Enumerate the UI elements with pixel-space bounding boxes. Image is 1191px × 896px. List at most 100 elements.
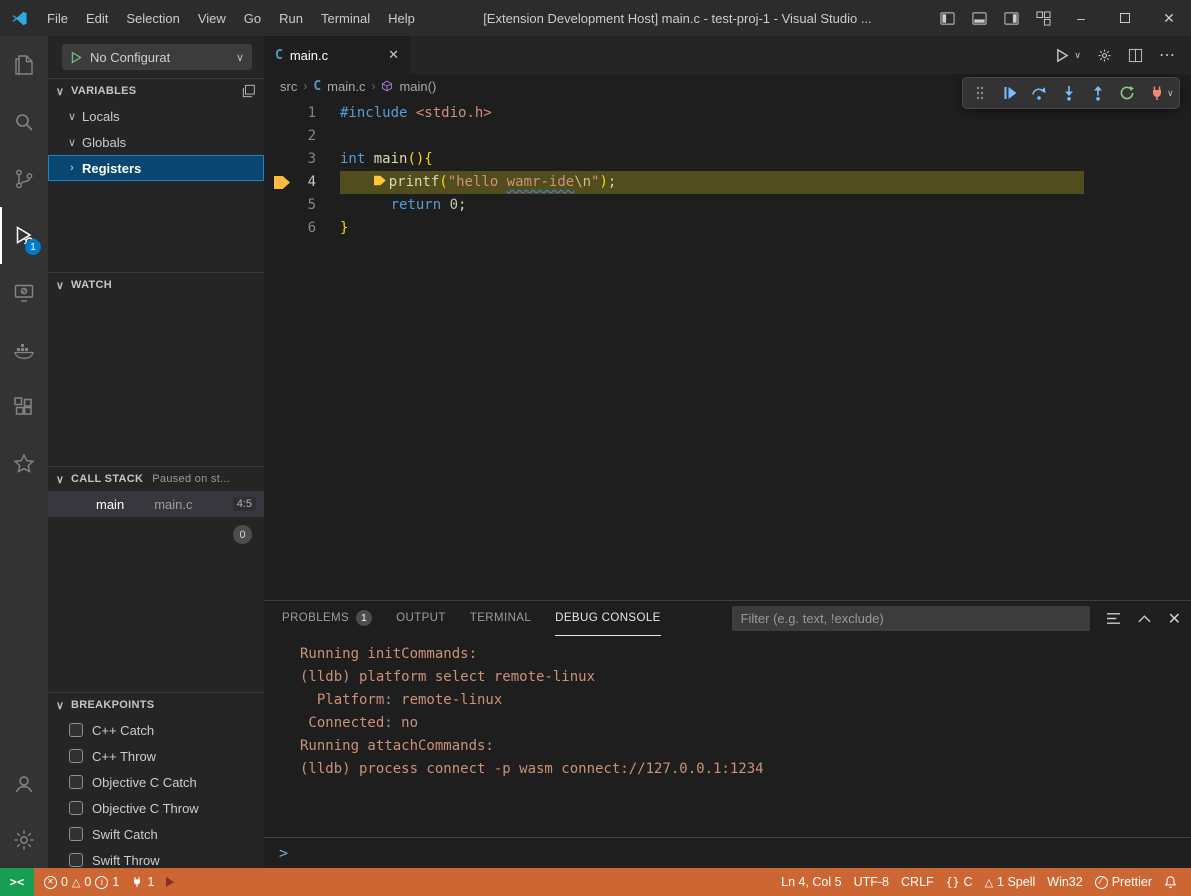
problems-indicator[interactable]: ✕ 0 △ 0 i 1 <box>34 868 125 896</box>
step-over-button[interactable] <box>1027 81 1051 105</box>
disconnect-button[interactable] <box>1145 81 1169 105</box>
tab-main-c[interactable]: C main.c ✕ <box>264 36 410 74</box>
encoding-indicator[interactable]: UTF-8 <box>848 868 895 896</box>
breakpoint-checkbox[interactable] <box>69 775 83 789</box>
launch-config-dropdown[interactable]: No Configurat ∨ <box>62 44 252 70</box>
breakpoint-row[interactable]: Swift Catch <box>48 821 264 847</box>
extensions-icon[interactable] <box>0 378 48 435</box>
code-line-2[interactable]: 2 <box>264 125 1191 148</box>
debug-console-input[interactable]: > <box>264 837 1191 868</box>
variables-item-globals[interactable]: ∨Globals <box>48 129 264 155</box>
remote-indicator[interactable]: >< <box>0 868 34 896</box>
code-line-5[interactable]: 5 return 0; <box>264 194 1191 217</box>
console-options-icon[interactable] <box>1106 612 1121 625</box>
code-line-4[interactable]: 4 printf("hello wamr-ide\n"); <box>264 171 1191 194</box>
call-stack-header[interactable]: ∨ CALL STACK Paused on st... <box>48 467 264 491</box>
gutter[interactable] <box>264 171 290 194</box>
chevron-down-icon[interactable]: ∨ <box>1074 50 1081 61</box>
platform-indicator[interactable]: Win32 <box>1041 868 1088 896</box>
console-filter-input[interactable] <box>732 606 1090 631</box>
breakpoint-checkbox[interactable] <box>69 853 83 867</box>
cursor-position[interactable]: Ln 4, Col 5 <box>775 868 847 896</box>
menu-view[interactable]: View <box>189 0 235 36</box>
continue-button[interactable] <box>998 81 1022 105</box>
menu-file[interactable]: File <box>38 0 77 36</box>
watch-header[interactable]: ∨ WATCH <box>48 273 264 297</box>
breadcrumb-file[interactable]: main.c <box>327 79 365 94</box>
star-icon[interactable] <box>0 435 48 492</box>
run-file-button[interactable] <box>1055 48 1070 63</box>
collapse-all-icon[interactable] <box>242 84 256 98</box>
maximize-button[interactable] <box>1103 0 1147 36</box>
close-panel-icon[interactable]: ✕ <box>1168 609 1181 629</box>
breakpoint-checkbox[interactable] <box>69 723 83 737</box>
menu-terminal[interactable]: Terminal <box>312 0 379 36</box>
remote-explorer-icon[interactable] <box>0 264 48 321</box>
code-line-6[interactable]: 6} <box>264 217 1191 240</box>
gutter[interactable] <box>264 217 290 240</box>
minimize-button[interactable]: – <box>1059 0 1103 36</box>
toggle-secondary-sidebar-icon[interactable] <box>995 0 1027 36</box>
breakpoint-row[interactable]: C++ Catch <box>48 717 264 743</box>
panel-tab-problems[interactable]: PROBLEMS1 <box>282 601 372 636</box>
toggle-panel-icon[interactable] <box>963 0 995 36</box>
drag-grip-icon[interactable] <box>968 81 992 105</box>
variables-header[interactable]: ∨ VARIABLES <box>48 79 264 103</box>
settings-gear-icon[interactable] <box>0 812 48 868</box>
gutter[interactable] <box>264 148 290 171</box>
step-out-button[interactable] <box>1086 81 1110 105</box>
toggle-sidebar-icon[interactable] <box>931 0 963 36</box>
eol-indicator[interactable]: CRLF <box>895 868 940 896</box>
customize-layout-icon[interactable] <box>1027 0 1059 36</box>
variables-item-registers[interactable]: ›Registers <box>48 155 264 181</box>
breakpoint-row[interactable]: Objective C Throw <box>48 795 264 821</box>
explorer-icon[interactable] <box>0 36 48 93</box>
breakpoint-row[interactable]: C++ Throw <box>48 743 264 769</box>
account-icon[interactable] <box>0 756 48 812</box>
breakpoint-row[interactable]: Swift Throw <box>48 847 264 868</box>
menu-go[interactable]: Go <box>235 0 270 36</box>
split-editor-icon[interactable] <box>1128 48 1143 63</box>
formatter-indicator[interactable]: ⁄ Prettier <box>1089 868 1158 896</box>
maximize-panel-icon[interactable] <box>1138 614 1151 623</box>
gutter[interactable] <box>264 125 290 148</box>
spell-checker-indicator[interactable]: △ 1 Spell <box>979 868 1042 896</box>
breakpoint-checkbox[interactable] <box>69 749 83 763</box>
notifications-bell-icon[interactable] <box>1158 868 1183 896</box>
breakpoint-row[interactable]: Objective C Catch <box>48 769 264 795</box>
panel-tab-terminal[interactable]: TERMINAL <box>470 601 531 636</box>
breakpoint-checkbox[interactable] <box>69 801 83 815</box>
gutter[interactable] <box>264 102 290 125</box>
stack-frame-row[interactable]: main main.c 4:5 <box>48 491 264 517</box>
run-and-debug-icon[interactable]: 1 <box>0 207 48 264</box>
close-button[interactable]: ✕ <box>1147 0 1191 36</box>
breakpoint-checkbox[interactable] <box>69 827 83 841</box>
breadcrumb-folder[interactable]: src <box>280 79 297 94</box>
code-token: (){ <box>407 151 432 167</box>
gutter[interactable] <box>264 194 290 217</box>
debug-status-icon[interactable] <box>160 868 180 896</box>
variables-item-locals[interactable]: ∨Locals <box>48 103 264 129</box>
panel-tab-debug-console[interactable]: DEBUG CONSOLE <box>555 601 661 636</box>
close-tab-icon[interactable]: ✕ <box>388 47 399 63</box>
breakpoints-header[interactable]: ∨ BREAKPOINTS <box>48 693 264 717</box>
menu-edit[interactable]: Edit <box>77 0 117 36</box>
ports-indicator[interactable]: 1 <box>125 868 160 896</box>
source-control-icon[interactable] <box>0 150 48 207</box>
panel-tab-output[interactable]: OUTPUT <box>396 601 446 636</box>
settings-gear-icon[interactable] <box>1097 48 1112 63</box>
search-icon[interactable] <box>0 93 48 150</box>
menu-selection[interactable]: Selection <box>117 0 188 36</box>
docker-icon[interactable] <box>0 321 48 378</box>
restart-button[interactable] <box>1115 81 1139 105</box>
menu-run[interactable]: Run <box>270 0 312 36</box>
chevron-down-icon[interactable]: ∨ <box>1167 88 1174 99</box>
debug-console-output[interactable]: Running initCommands:(lldb) platform sel… <box>264 636 1191 837</box>
step-into-button[interactable] <box>1057 81 1081 105</box>
code-line-3[interactable]: 3int main(){ <box>264 148 1191 171</box>
more-actions-icon[interactable]: ⋯ <box>1159 45 1175 65</box>
menu-help[interactable]: Help <box>379 0 424 36</box>
language-indicator[interactable]: {} C <box>940 868 979 896</box>
code-editor[interactable]: 1#include <stdio.h>23int main(){4 printf… <box>264 98 1191 600</box>
breadcrumb-symbol[interactable]: main() <box>399 79 436 94</box>
